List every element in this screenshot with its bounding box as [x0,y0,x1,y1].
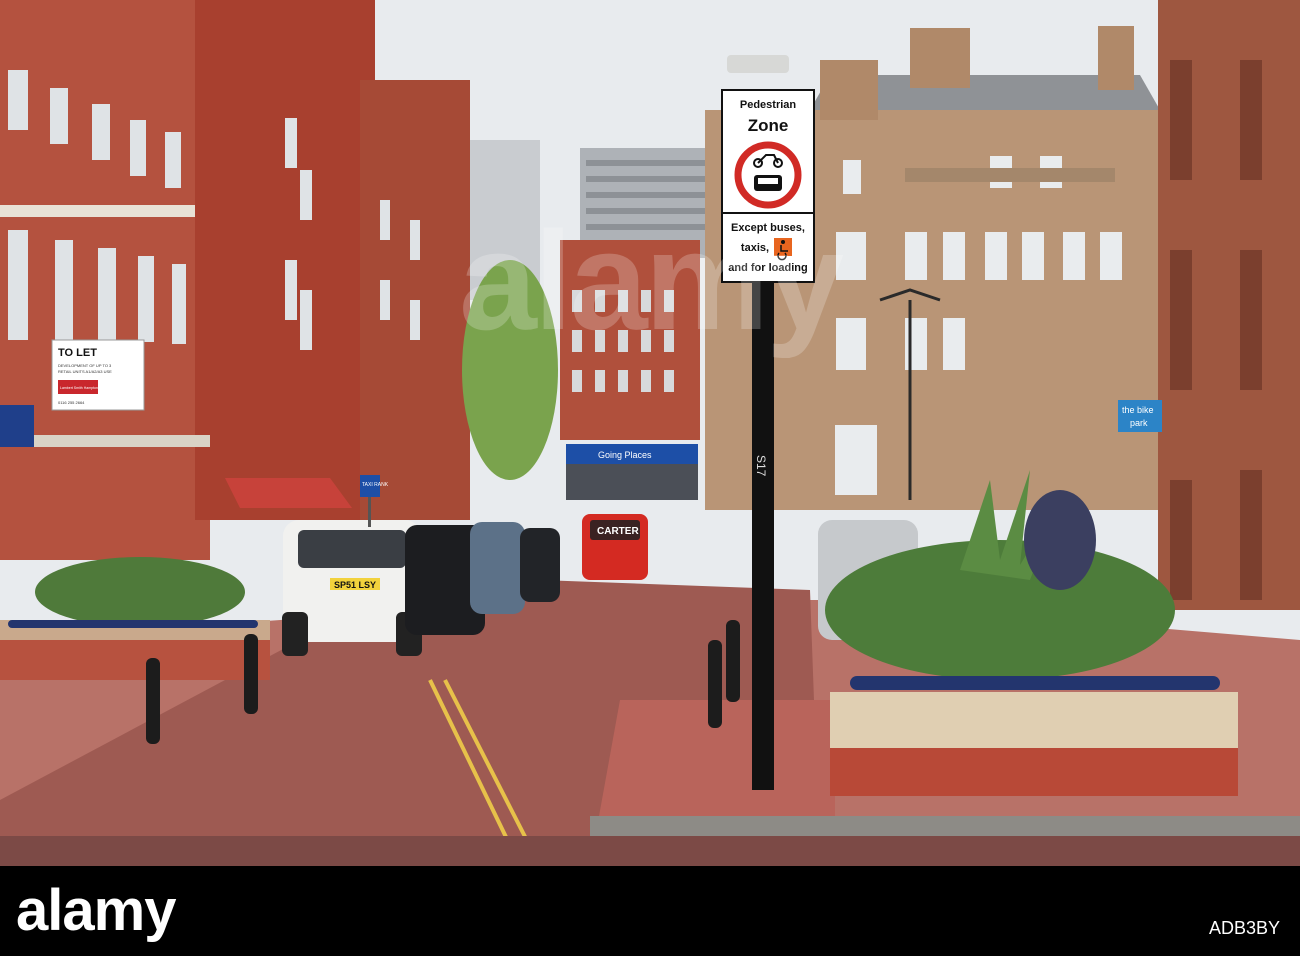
photo: TO LET DEVELOPMENT OF UP TO 3 RETAIL UNI… [0,0,1300,866]
street-tree-left [462,260,558,480]
alamy-logo: alamy [16,876,176,946]
sign-line2: Zone [748,116,789,135]
pedestrian [1024,490,1096,590]
to-let-phone: 0116 255 2664 [58,400,85,405]
foreground-road [0,836,1300,866]
street-scene: TO LET DEVELOPMENT OF UP TO 3 RETAIL UNI… [0,0,1300,866]
car-icon [754,175,782,191]
bike-park-sign: the bike park [1118,400,1162,432]
blue-shop-sign [0,405,34,447]
bike-park-line2: park [1130,418,1148,428]
to-let-line2: RETAIL UNITS A1/A2/A3 USE [58,369,112,374]
chimney-right [1098,26,1134,90]
going-places-shop [566,464,698,500]
van-text: CARTER [597,526,639,537]
taxi-plate: SP51 LSY [334,580,376,590]
white-taxi: SP51 LSY [282,520,422,656]
sign-except1: Except buses, [731,222,805,234]
kerb [590,816,1300,836]
disabled-access-head [781,240,785,244]
sign-except2: taxis, [741,242,769,254]
going-places-text: Going Places [598,450,652,460]
shop-awning [225,478,352,508]
blue-car [470,522,525,614]
to-let-title: TO LET [58,347,97,359]
sign-except3: and for loading [728,262,807,274]
sign-divider [722,212,814,214]
red-van: CARTER [582,514,648,580]
left-cornice [0,205,195,217]
image-id: ADB3BY [1208,918,1280,938]
bike-park-line1: the bike [1122,405,1154,415]
to-let-line1: DEVELOPMENT OF UP TO 3 [58,363,112,368]
sign-lamp [727,55,789,73]
to-let-agent: Lambert Smith Hampton [60,386,98,390]
balustrade [905,168,1115,182]
chimney-left [910,28,970,88]
alamy-logo-text: alamy [16,878,176,943]
footer-bar: alamy ADB3BY [0,866,1300,956]
sign-post [752,270,774,790]
taxi-rank-text: TAXI RANK [362,482,389,488]
to-let-board: TO LET DEVELOPMENT OF UP TO 3 RETAIL UNI… [51,339,145,411]
sign-line1: Pedestrian [740,99,797,111]
black-cab-2 [520,528,560,602]
post-code: S17 [754,455,768,477]
gable [820,60,878,120]
